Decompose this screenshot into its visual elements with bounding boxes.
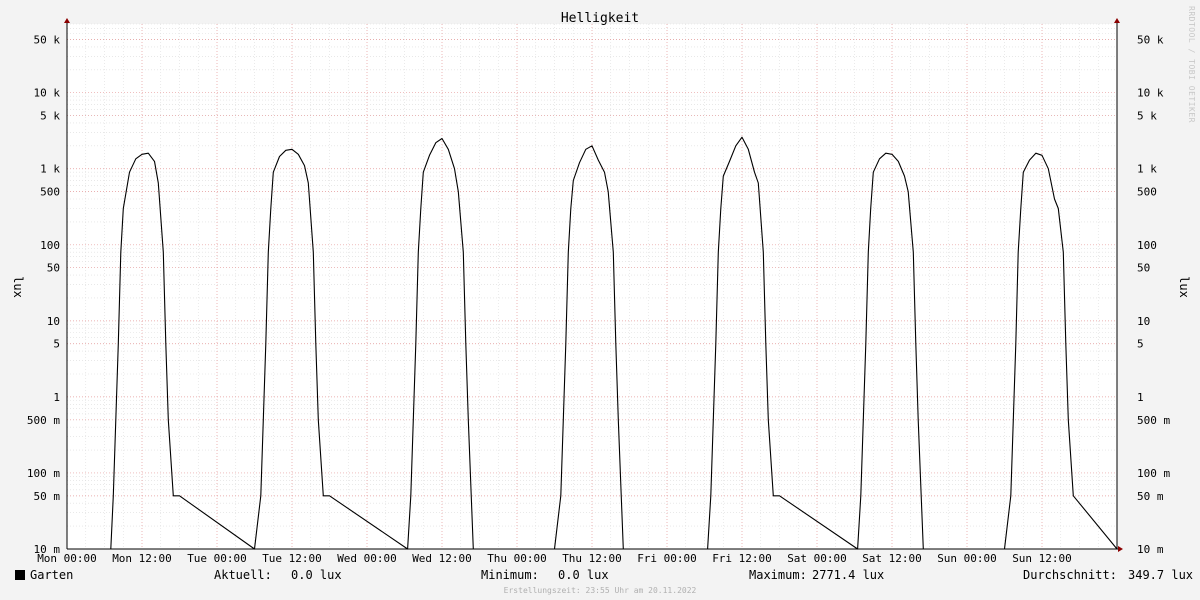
y-tick-label-left: 1 [53, 391, 60, 404]
x-tick-label: Mon 00:00 [37, 552, 97, 565]
legend-swatch [15, 570, 25, 580]
vendor-label: RRDTOOL / TOBI OETIKER [1187, 6, 1196, 123]
x-tick-label: Tue 00:00 [187, 552, 247, 565]
y-axis-label-right: lux [1177, 276, 1191, 298]
x-tick-label: Fri 00:00 [637, 552, 697, 565]
y-tick-label-left: 50 [47, 262, 60, 275]
y-tick-label-left: 50 k [34, 34, 61, 47]
chart-stage: 50 k 50 k 10 k 10 k5 k5 k1 k1 k 500 500 100 100… [0, 0, 1200, 600]
average-label: Durchschnitt: [1023, 568, 1117, 582]
y-tick-label-right: 10 k [1137, 87, 1164, 100]
y-tick-label-right: 100 [1137, 239, 1157, 252]
minimum-label: Minimum: [481, 568, 539, 582]
maximum-label: Maximum: [749, 568, 807, 582]
chart-title: Helligkeit [561, 11, 639, 26]
minimum-value: 0.0 lux [558, 568, 609, 582]
y-tick-label-left: 500 m [27, 414, 60, 427]
y-tick-label-right: 50 [1137, 262, 1150, 275]
y-tick-label-left: 100 m [27, 467, 60, 480]
average-value: 349.7 lux [1128, 568, 1194, 582]
creation-note: Erstellungszeit: 23:55 Uhr am 20.11.2022 [503, 586, 697, 595]
y-axis-label-left: lux [11, 276, 25, 298]
y-tick-label-right: 5 k [1137, 110, 1157, 123]
y-axis-arrow-left [64, 18, 70, 23]
maximum-value: 2771.4 lux [812, 568, 885, 582]
current-value: 0.0 lux [291, 568, 342, 582]
x-tick-label: Fri 12:00 [712, 552, 772, 565]
x-tick-label: Thu 00:00 [487, 552, 547, 565]
x-tick-label: Tue 12:00 [262, 552, 322, 565]
y-tick-label-left: 10 [47, 315, 60, 328]
y-tick-label-left: 10 k [34, 87, 61, 100]
x-tick-label: Sun 12:00 [1012, 552, 1072, 565]
y-tick-label-right: 500 [1137, 186, 1157, 199]
y-tick-label-left: 100 [40, 239, 60, 252]
y-tick-label-left: 5 [53, 338, 60, 351]
brightness-chart: 50 k 50 k 10 k 10 k 5 k 5 k 1 k 1 k 500 500 100 100… [11, 11, 1191, 565]
legend-row: Garten Aktuell: 0.0 lux Minimum: 0.0 lux… [0, 568, 1200, 584]
x-axis-arrow [1118, 546, 1123, 552]
y-tick-label-right: 5 [1137, 338, 1144, 351]
y-tick-label-right: 500 m [1137, 414, 1170, 427]
y-tick-label-right: 100 m [1137, 467, 1170, 480]
y-tick-label-right: 10 m [1137, 543, 1164, 556]
y-tick-label-right: 50 k [1137, 34, 1164, 47]
x-tick-label: Sat 12:00 [862, 552, 922, 565]
current-label: Aktuell: [214, 568, 272, 582]
x-tick-label: Thu 12:00 [562, 552, 622, 565]
y-tick-label-right: 1 k [1137, 163, 1157, 176]
y-axis-arrow-right [1114, 18, 1120, 23]
y-tick-label-left: 500 [40, 186, 60, 199]
y-tick-label-left: 50 m [34, 490, 61, 503]
x-tick-label: Wed 12:00 [412, 552, 472, 565]
y-tick-label-right: 10 [1137, 315, 1150, 328]
x-tick-label: Mon 12:00 [112, 552, 172, 565]
legend-label: Garten [30, 568, 74, 582]
y-tick-label-left: 5 k [40, 110, 60, 123]
x-tick-label: Sat 00:00 [787, 552, 847, 565]
y-tick-label-right: 50 m [1137, 490, 1164, 503]
x-tick-label: Wed 00:00 [337, 552, 397, 565]
y-tick-label-right: 1 [1137, 391, 1144, 404]
y-tick-label-left: 1 k [40, 163, 60, 176]
x-tick-label: Sun 00:00 [937, 552, 997, 565]
